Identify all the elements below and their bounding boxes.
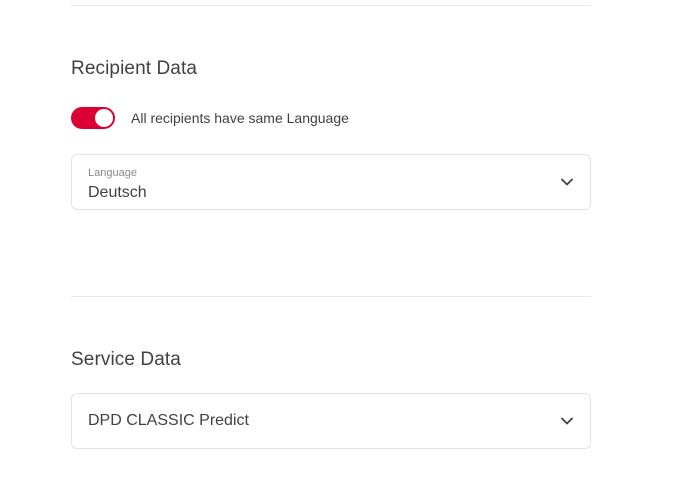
same-language-toggle[interactable] <box>71 107 115 129</box>
service-select[interactable]: DPD CLASSIC Predict <box>71 393 591 449</box>
same-language-toggle-label: All recipients have same Language <box>131 110 349 126</box>
service-select-value: DPD CLASSIC Predict <box>88 412 249 429</box>
language-select[interactable]: Language Deutsch <box>71 154 591 210</box>
chevron-down-icon <box>561 178 573 186</box>
language-select-value: Deutsch <box>88 184 147 201</box>
section-divider <box>71 296 591 297</box>
language-select-label: Language <box>88 167 137 179</box>
recipient-data-title: Recipient Data <box>71 58 198 79</box>
same-language-toggle-row: All recipients have same Language <box>71 106 349 130</box>
service-data-title: Service Data <box>71 349 181 370</box>
top-divider <box>71 5 591 6</box>
toggle-knob <box>95 109 113 127</box>
chevron-down-icon <box>561 417 573 425</box>
